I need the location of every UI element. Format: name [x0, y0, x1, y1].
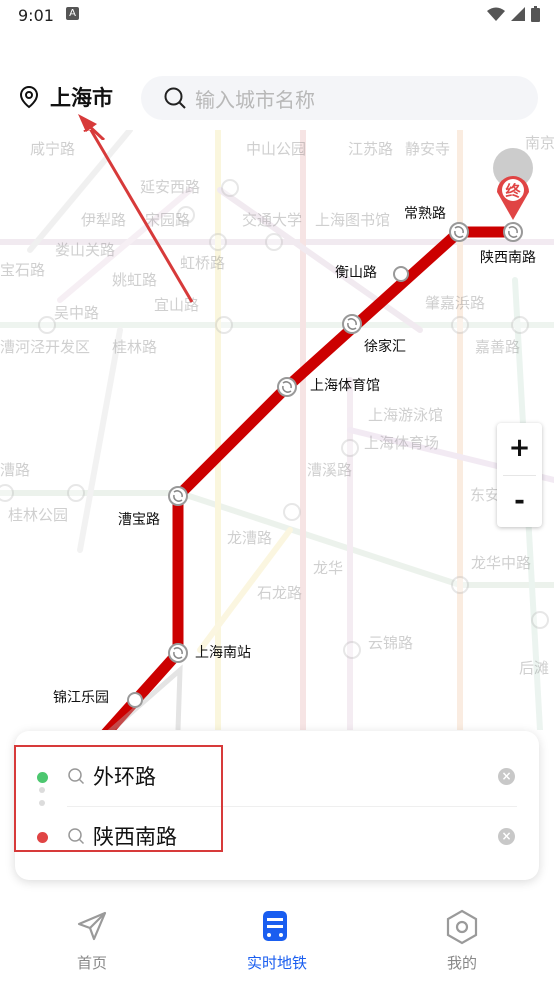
- station-marker-shanghainan[interactable]: [168, 643, 188, 663]
- map-label: 咸宁路: [30, 140, 75, 158]
- tab-realtime-metro[interactable]: 实时地铁: [185, 893, 369, 984]
- map-label: 南京: [525, 134, 554, 152]
- status-bar: 9:01 A: [0, 0, 554, 30]
- map-label: 嘉善路: [475, 338, 520, 356]
- map-label: 龙华: [313, 559, 343, 577]
- map-label: 虹桥路: [180, 254, 225, 272]
- zoom-in-button[interactable]: +: [497, 423, 542, 474]
- station-label: 衡山路: [335, 265, 377, 281]
- station-label: 常熟路: [404, 206, 446, 222]
- map-label: 静安寺: [405, 140, 450, 158]
- tab-home-label: 首页: [76, 954, 107, 972]
- map-label: 吴中路: [54, 304, 99, 322]
- map-label: 东安: [470, 486, 500, 504]
- status-time: 9:01: [18, 6, 54, 25]
- end-marker-label: 终: [505, 182, 521, 200]
- map-label: 桂林公园: [8, 506, 68, 524]
- end-marker[interactable]: 终: [493, 148, 533, 220]
- wifi-icon: [487, 7, 505, 21]
- metro-map-canvas: 咸宁路 中山公园 江苏路 静安寺 南京 延安西路 伊犁路 宋园路 交通大学 上海…: [0, 130, 554, 730]
- map-label: 桂林路: [112, 338, 157, 356]
- map-label: 肇嘉浜路: [425, 294, 485, 312]
- station-label: 上海南站: [195, 645, 251, 661]
- map-label: 延安西路: [140, 178, 200, 196]
- map-label: 龙漕路: [227, 529, 272, 547]
- map-label: 漕河泾开发区: [0, 338, 90, 356]
- map-label: 中山公园: [246, 140, 306, 158]
- station-label: 漕宝路: [118, 512, 160, 528]
- station-label: 陕西南路: [480, 250, 536, 266]
- map-label: 石龙路: [257, 584, 302, 602]
- map-label: 龙华中路: [471, 554, 531, 572]
- map-label: 后滩: [519, 659, 549, 677]
- map-label: 上海游泳馆: [368, 406, 443, 424]
- tab-realtime-metro-label: 实时地铁: [246, 954, 307, 972]
- search-placeholder: 输入城市名称: [195, 87, 315, 112]
- zoom-control: + -: [497, 423, 542, 527]
- station-marker-tiyuguan[interactable]: [277, 377, 297, 397]
- station-label: 锦江乐园: [53, 689, 109, 706]
- tab-profile[interactable]: 我的: [370, 893, 554, 984]
- station-marker-xujiahui[interactable]: [342, 314, 362, 334]
- station-label: 徐家汇: [364, 338, 406, 355]
- tab-home[interactable]: 首页: [0, 893, 184, 984]
- map-label: 姚虹路: [112, 271, 157, 289]
- map-label: 娄山关路: [55, 241, 115, 259]
- map-label: 上海体育场: [364, 434, 439, 452]
- map-label: 漕溪路: [307, 461, 352, 479]
- annotation-arrow-head: [78, 114, 106, 140]
- map-label: 漕路: [0, 461, 30, 479]
- map-label: 宜山路: [154, 296, 199, 314]
- map-label: 上海图书馆: [315, 211, 390, 229]
- signal-icon: [511, 7, 525, 21]
- clear-end-button[interactable]: ×: [498, 828, 515, 845]
- map-label: 伊犁路: [81, 211, 126, 229]
- map-label: 云锦路: [368, 634, 413, 652]
- tab-profile-label: 我的: [446, 954, 477, 972]
- paper-plane-icon: [77, 911, 107, 941]
- map-label: 交通大学: [242, 211, 302, 229]
- hexagon-profile-icon: [446, 909, 478, 945]
- annotation-highlight-box: [14, 745, 223, 852]
- city-search-input[interactable]: 输入城市名称: [141, 76, 538, 120]
- zoom-out-button[interactable]: -: [497, 476, 542, 527]
- station-marker-changshu[interactable]: [449, 222, 469, 242]
- station-marker-hengshan[interactable]: [393, 266, 409, 282]
- metro-train-icon: [263, 911, 287, 941]
- station-marker-shaanxinan[interactable]: [503, 222, 523, 242]
- map-label: 江苏路: [348, 140, 393, 158]
- station-label: 上海体育馆: [310, 378, 380, 394]
- clear-start-button[interactable]: ×: [498, 768, 515, 785]
- metro-map[interactable]: 咸宁路 中山公园 江苏路 静安寺 南京 延安西路 伊犁路 宋园路 交通大学 上海…: [0, 130, 554, 730]
- station-marker-caobao[interactable]: [168, 486, 188, 506]
- bottom-tab-bar: 首页 实时地铁 我的: [0, 893, 554, 984]
- station-marker-jinjiang[interactable]: [127, 692, 143, 708]
- status-icons: [487, 6, 540, 22]
- map-label: 宋园路: [145, 211, 190, 229]
- battery-icon: [531, 6, 540, 22]
- notification-badge-icon: A: [66, 7, 79, 20]
- map-label: 宝石路: [0, 261, 45, 279]
